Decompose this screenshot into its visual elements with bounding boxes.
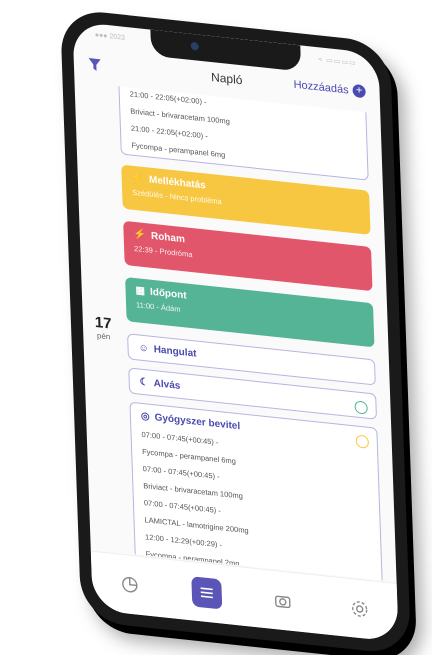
camera-icon [275,595,291,609]
smiley-green-icon [354,400,368,415]
calendar-icon: ▦ [135,285,146,298]
phone-frame: ●●● 2023 ≈ ▭▭▭▭ Napló Hozzáadás + 21:00 … [60,8,412,655]
card-title: Roham [150,230,186,246]
camera-icon [190,41,199,51]
nav-journal[interactable] [191,576,223,610]
card-title: Mellékhatás [148,174,206,192]
mood-icon: ☺ [138,342,149,355]
card-title: Időpont [149,286,187,302]
status-left: ●●● 2023 [94,31,126,42]
date-label: 17 pén [95,314,113,342]
smiley-yellow-icon [355,434,370,449]
status-right: ≈ ▭▭▭▭ [318,56,357,68]
medication-card[interactable]: ◎ Gyógyszer bevitel 07:00 - 07:45(+00:45)… [129,401,384,582]
date-weekday: pén [96,331,111,342]
side-effect-icon: ⚡ [131,172,145,186]
journal-list: 21:00 - 22:05(+02:00) - Briviact - briva… [75,81,397,582]
app-screen: ●●● 2023 ≈ ▭▭▭▭ Napló Hozzáadás + 21:00 … [72,21,399,643]
lightning-icon: ⚡ [133,228,147,242]
card-title: Hangulat [153,344,197,360]
nav-camera[interactable] [267,584,298,617]
date-day: 17 [94,313,112,333]
nav-settings[interactable] [344,592,375,625]
moon-icon: ☾ [139,376,149,389]
plus-icon: + [352,83,366,99]
gear-icon [351,601,368,617]
nav-stats[interactable] [115,568,146,601]
list-icon [200,587,213,599]
pill-icon: ◎ [140,410,150,423]
pie-chart-icon [122,576,138,593]
card-title: Alvás [153,378,181,392]
